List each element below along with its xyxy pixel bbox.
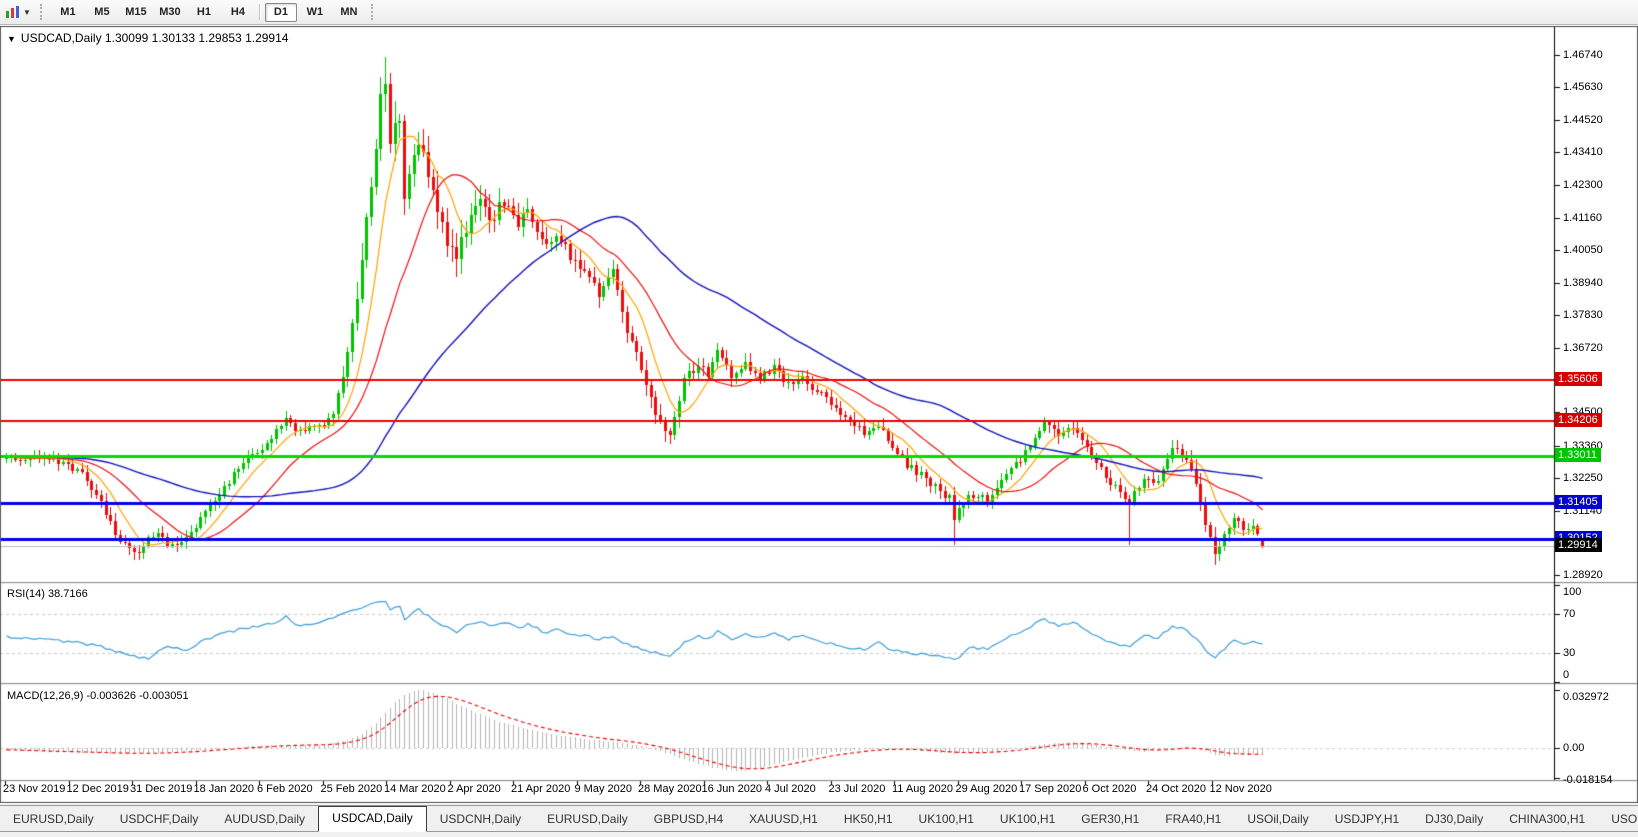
chart-tab-usdcnh-daily[interactable]: USDCNH,Daily xyxy=(427,808,534,831)
rsi-indicator-label: RSI(14) 38.7166 xyxy=(7,588,88,600)
price-axis-tick: 1.41160 xyxy=(1563,211,1602,224)
macd-axis-tick: -0.018154 xyxy=(1563,773,1613,786)
chart-title: ▼ USDCAD,Daily 1.30099 1.30133 1.29853 1.… xyxy=(7,31,288,45)
date-axis-label: 29 Aug 2020 xyxy=(955,783,1018,795)
timeframe-button-m15[interactable]: M15 xyxy=(120,3,152,22)
date-axis-label: 21 Apr 2020 xyxy=(511,783,571,795)
price-marker-label: 1.34206 xyxy=(1555,412,1602,427)
price-marker-label: 1.35606 xyxy=(1555,372,1602,387)
chart-tab-usoil-h1[interactable]: USOil,H1 xyxy=(1598,808,1638,831)
chart-tools-caret-icon[interactable]: ▼ xyxy=(23,8,31,17)
date-axis-label: 14 Mar 2020 xyxy=(384,783,446,795)
price-axis-tick: 1.45630 xyxy=(1563,81,1603,94)
chart-tab-usdcad-daily[interactable]: USDCAD,Daily xyxy=(318,806,427,832)
timeframe-button-m30[interactable]: M30 xyxy=(154,3,186,22)
chart-tab-eurusd-daily[interactable]: EURUSD,Daily xyxy=(534,808,641,831)
date-axis-label: 25 Feb 2020 xyxy=(320,783,383,795)
chart-tab-fra40-h1[interactable]: FRA40,H1 xyxy=(1152,808,1234,831)
date-axis-label: 12 Dec 2019 xyxy=(66,783,129,795)
timeframe-button-mn[interactable]: MN xyxy=(333,3,365,22)
date-axis-label: 24 Oct 2020 xyxy=(1146,783,1206,795)
date-axis-label: 23 Nov 2019 xyxy=(3,783,66,795)
timeframe-button-h4[interactable]: H4 xyxy=(222,3,254,22)
timeframe-button-w1[interactable]: W1 xyxy=(299,3,331,22)
date-axis-label: 16 Jun 2020 xyxy=(701,783,763,795)
chart-window: 1.46740 1.45630 1.44520 1.43410 1.42300 1.411… xyxy=(0,26,1638,803)
rsi-axis-tick: 30 xyxy=(1563,646,1576,659)
timeframe-button-m1[interactable]: M1 xyxy=(52,3,84,22)
chart-tools-icon[interactable] xyxy=(4,4,22,20)
price-axis-tick: 1.36720 xyxy=(1563,341,1603,354)
price-axis-tick: 1.28920 xyxy=(1563,569,1603,582)
date-axis-label: 23 Jul 2020 xyxy=(828,783,886,795)
price-axis-tick: 1.42300 xyxy=(1563,178,1603,191)
chart-collapse-icon[interactable]: ▼ xyxy=(7,34,16,44)
toolbar-grip[interactable] xyxy=(39,4,46,20)
price-marker-label: 1.33011 xyxy=(1555,447,1601,462)
chart-tab-audusd-daily[interactable]: AUDUSD,Daily xyxy=(211,808,318,831)
timeframe-button-m5[interactable]: M5 xyxy=(86,3,118,22)
price-axis-tick: 1.37830 xyxy=(1563,309,1603,322)
price-axis-tick: 1.38940 xyxy=(1563,276,1603,289)
chart-tab-bar: EURUSD,Daily USDCHF,Daily AUDUSD,Daily USDC… xyxy=(0,805,1638,832)
date-axis-label: 9 May 2020 xyxy=(574,783,632,795)
date-axis-label: 17 Sep 2020 xyxy=(1019,783,1082,795)
chart-tab-usdjpy-h1[interactable]: USDJPY,H1 xyxy=(1322,808,1412,831)
rsi-axis-tick: 0 xyxy=(1563,669,1570,681)
chart-tab-xauusd-h1[interactable]: XAUUSD,H1 xyxy=(736,808,831,831)
chart-title-text: USDCAD,Daily 1.30099 1.30133 1.29853 1.2… xyxy=(20,31,289,45)
price-marker-label: 1.29914 xyxy=(1555,538,1602,553)
price-axis-tick: 1.46740 xyxy=(1563,49,1603,61)
chart-tab-china300-h1[interactable]: CHINA300,H1 xyxy=(1496,808,1598,831)
chart-tab-usdchf-daily[interactable]: USDCHF,Daily xyxy=(107,808,212,831)
date-axis-label: 12 Nov 2020 xyxy=(1209,783,1272,795)
chart-tab-dj30-daily[interactable]: DJ30,Daily xyxy=(1412,808,1496,831)
date-axis-label: 6 Feb 2020 xyxy=(257,783,313,795)
toolbar-divider xyxy=(258,4,260,20)
rsi-axis-tick: 100 xyxy=(1563,586,1582,598)
date-axis-label: 2 Apr 2020 xyxy=(447,783,501,795)
macd-indicator-label: MACD(12,26,9) -0.003626 -0.003051 xyxy=(7,690,189,702)
price-chart-canvas[interactable] xyxy=(0,26,1638,803)
chart-tab-ger30-h1[interactable]: GER30,H1 xyxy=(1068,808,1152,831)
chart-tab-uk100-h1[interactable]: UK100,H1 xyxy=(906,808,987,831)
date-axis-label: 6 Oct 2020 xyxy=(1082,783,1137,795)
chart-tab-gbpusd-h4[interactable]: GBPUSD,H4 xyxy=(641,808,736,831)
date-axis-label: 31 Dec 2019 xyxy=(130,783,193,795)
price-axis-tick: 1.44520 xyxy=(1563,113,1603,126)
date-axis-label: 4 Jul 2020 xyxy=(765,783,816,795)
date-axis-label: 28 May 2020 xyxy=(638,783,702,795)
price-axis-tick: 1.40050 xyxy=(1563,244,1603,257)
chart-tab-hk50-h1[interactable]: HK50,H1 xyxy=(831,808,906,831)
date-axis-label: 11 Aug 2020 xyxy=(892,783,953,795)
timeframe-button-h1[interactable]: H1 xyxy=(188,3,220,22)
price-axis-tick: 1.43410 xyxy=(1563,146,1603,159)
rsi-axis-tick: 70 xyxy=(1563,608,1576,621)
chart-tab-eurusd-daily[interactable]: EURUSD,Daily xyxy=(0,808,107,831)
macd-axis-tick: 0.032972 xyxy=(1563,691,1609,703)
chart-tab-uk100-h1[interactable]: UK100,H1 xyxy=(987,808,1068,831)
price-marker-label: 1.31405 xyxy=(1555,494,1602,509)
price-axis-tick: 1.32250 xyxy=(1563,472,1603,485)
top-toolbar: ▼ M1 M5 M15 M30 H1 H4 D1 W1 MN xyxy=(0,0,1638,25)
macd-axis-tick: 0.00 xyxy=(1563,742,1585,754)
chart-tab-usoil-daily[interactable]: USOil,Daily xyxy=(1234,808,1321,831)
date-axis-label: 18 Jan 2020 xyxy=(193,783,255,795)
timeframe-button-d1[interactable]: D1 xyxy=(264,2,297,22)
toolbar-grip-right[interactable] xyxy=(370,4,377,20)
